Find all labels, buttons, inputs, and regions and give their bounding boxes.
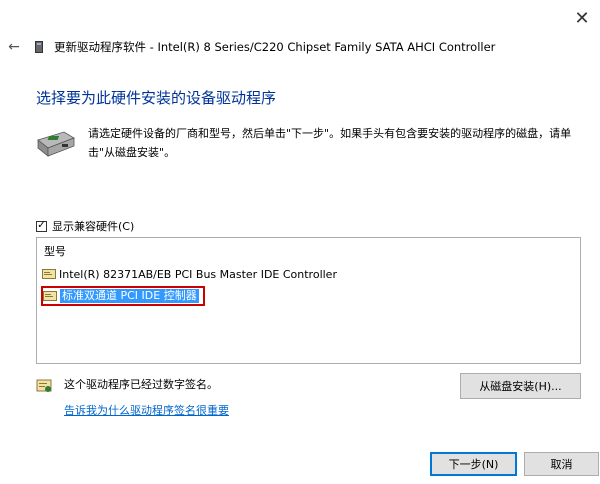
close-icon: ✕ — [574, 7, 590, 29]
cancel-button[interactable]: 取消 — [524, 452, 599, 476]
list-item-label: 标准双通道 PCI IDE 控制器 — [60, 289, 199, 303]
list-item[interactable]: Intel(R) 82371AB/EB PCI Bus Master IDE C… — [42, 266, 337, 282]
close-button[interactable]: ✕ — [568, 4, 596, 32]
show-compatible-hardware-checkbox[interactable]: ✓ 显示兼容硬件(C) — [36, 218, 134, 234]
list-item-selected[interactable]: 标准双通道 PCI IDE 控制器 — [41, 286, 205, 306]
signed-driver-icon — [36, 379, 52, 392]
top-partial-text — [130, 0, 190, 4]
driver-item-icon — [42, 269, 56, 279]
list-column-header: 型号 — [44, 245, 66, 258]
signature-info-link[interactable]: 告诉我为什么驱动程序签名很重要 — [64, 404, 229, 418]
back-button[interactable]: ← — [4, 36, 24, 58]
checkbox-box[interactable]: ✓ — [36, 220, 47, 232]
instruction-text: 请选定硬件设备的厂商和型号，然后单击"下一步"。如果手头有包含要安装的驱动程序的… — [88, 127, 572, 159]
hardware-device-icon — [37, 131, 75, 157]
checkbox-label: 显示兼容硬件(C) — [52, 220, 135, 233]
list-item-label: Intel(R) 82371AB/EB PCI Bus Master IDE C… — [59, 267, 337, 281]
page-heading: 选择要为此硬件安装的设备驱动程序 — [36, 89, 277, 107]
driver-item-icon — [43, 291, 57, 301]
have-disk-button[interactable]: 从磁盘安装(H)... — [460, 373, 581, 399]
signature-status-text: 这个驱动程序已经过数字签名。 — [64, 378, 218, 391]
model-listbox[interactable]: 型号 Intel(R) 82371AB/EB PCI Bus Master ID… — [36, 237, 581, 364]
back-arrow-icon: ← — [8, 39, 20, 55]
next-button[interactable]: 下一步(N) — [430, 452, 517, 476]
window-title: 更新驱动程序软件 - Intel(R) 8 Series/C220 Chipse… — [54, 40, 496, 54]
device-manager-icon — [35, 41, 43, 53]
